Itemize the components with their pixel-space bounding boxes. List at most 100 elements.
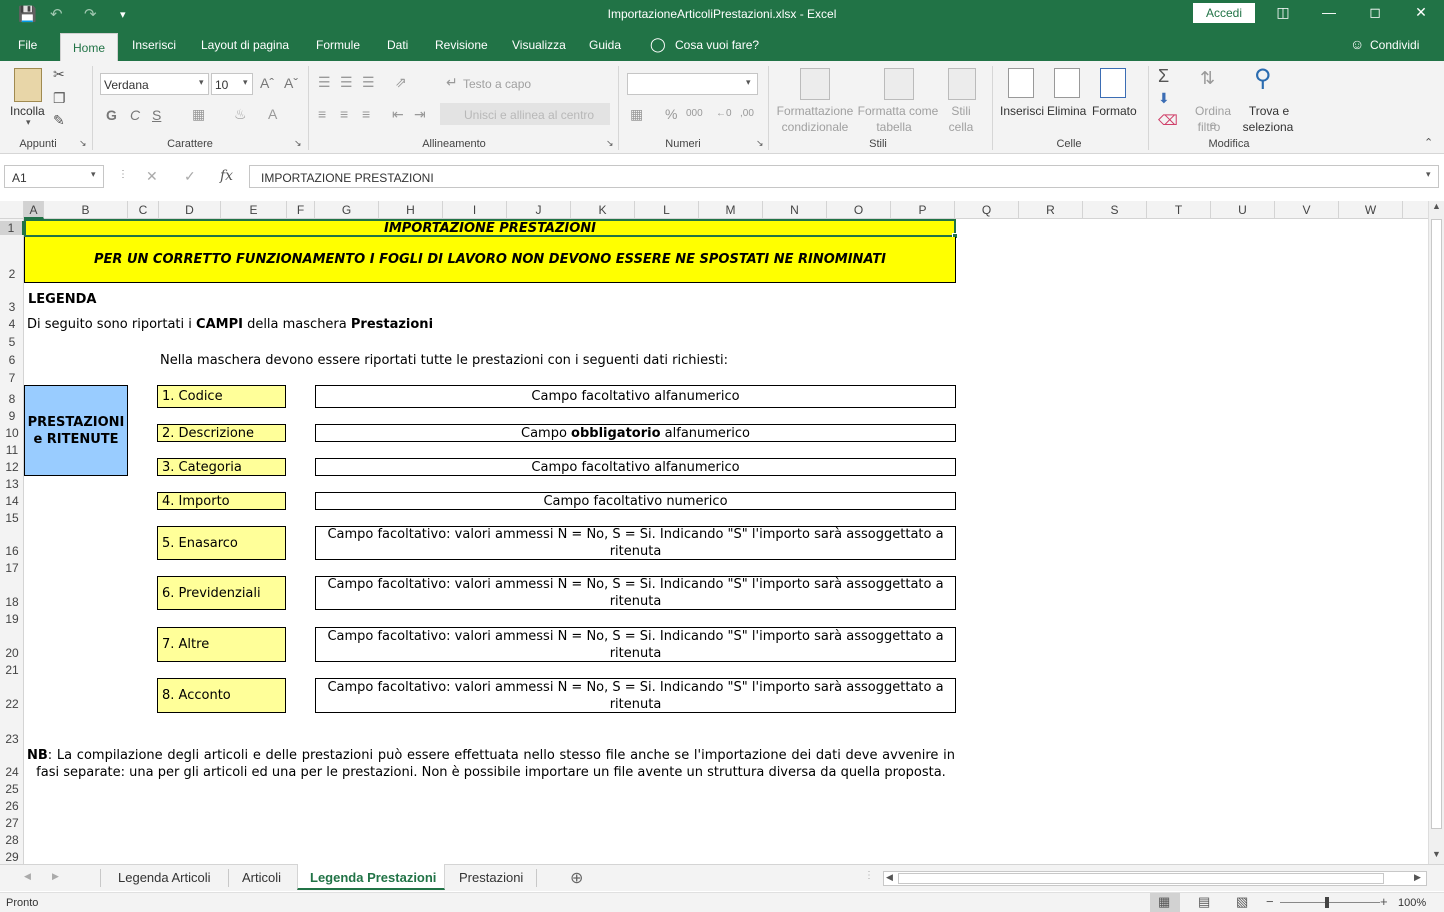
zoom-out-icon[interactable]: − — [1266, 894, 1274, 909]
bold-icon[interactable]: G — [106, 107, 117, 123]
zoom-slider-handle[interactable] — [1325, 897, 1329, 908]
font-launcher-icon[interactable]: ↘ — [294, 138, 302, 149]
scroll-thumb[interactable] — [1431, 219, 1442, 829]
column-header[interactable]: K — [571, 201, 635, 219]
row-header[interactable]: 26 — [0, 799, 24, 813]
zoom-in-icon[interactable]: + — [1380, 894, 1388, 909]
row-header[interactable]: 7 — [0, 371, 24, 385]
column-header[interactable]: O — [827, 201, 891, 219]
row-header[interactable]: 11 — [0, 443, 24, 457]
row-header[interactable]: 2 — [0, 267, 24, 281]
find-select-button[interactable]: Trova e — [1244, 104, 1294, 118]
row-header[interactable]: 22 — [0, 697, 24, 711]
italic-icon[interactable]: C — [130, 107, 140, 123]
increase-decimal-icon[interactable]: ←0 — [716, 108, 732, 119]
row-header[interactable]: 23 — [0, 732, 24, 746]
column-header[interactable]: V — [1275, 201, 1339, 219]
decrease-font-icon[interactable]: Aˇ — [284, 75, 298, 91]
align-top-icon[interactable]: ☰ — [318, 74, 331, 91]
column-header[interactable]: D — [159, 201, 221, 219]
row-header[interactable]: 6 — [0, 353, 24, 367]
collapse-ribbon-icon[interactable]: ⌃ — [1424, 136, 1433, 149]
font-size-select[interactable]: 10 ▾ — [211, 73, 253, 95]
enter-icon[interactable]: ✓ — [184, 168, 196, 185]
close-icon[interactable]: ✕ — [1398, 4, 1444, 21]
format-painter-icon[interactable]: ✎ — [53, 112, 65, 129]
alignment-launcher-icon[interactable]: ↘ — [606, 138, 614, 149]
row-header[interactable]: 14 — [0, 494, 24, 508]
column-header[interactable]: J — [507, 201, 571, 219]
column-header[interactable]: B — [44, 201, 128, 219]
field-desc-cell[interactable]: Campo facoltativo numerico — [315, 492, 956, 510]
cut-icon[interactable]: ✂ — [53, 66, 65, 83]
row-header[interactable]: 25 — [0, 782, 24, 796]
row-header[interactable]: 15 — [0, 511, 24, 525]
fill-color-icon[interactable]: ♨ — [234, 106, 247, 123]
column-header[interactable]: G — [315, 201, 379, 219]
scroll-up-icon[interactable]: ▲ — [1432, 201, 1441, 211]
column-header[interactable]: R — [1019, 201, 1083, 219]
field-desc-cell[interactable]: Campo facoltativo: valori ammessi N = No… — [315, 576, 956, 610]
insert-function-icon[interactable]: fx — [220, 168, 233, 184]
sort-filter-icon[interactable]: ⇅ — [1200, 68, 1215, 89]
paste-button[interactable]: Incolla — [10, 104, 45, 118]
fill-icon[interactable]: ⬇ — [1158, 90, 1170, 107]
row-header[interactable]: 21 — [0, 663, 24, 677]
number-format-select[interactable]: ▾ — [627, 73, 758, 95]
paste-icon[interactable] — [14, 68, 42, 102]
scroll-right-icon[interactable]: ▶ — [1414, 872, 1421, 883]
paste-dropdown-icon[interactable]: ▾ — [26, 117, 31, 128]
decrease-decimal-icon[interactable]: ,00 — [740, 108, 754, 119]
tab-home[interactable]: Home — [60, 33, 118, 61]
row-header[interactable]: 10 — [0, 426, 24, 440]
number-launcher-icon[interactable]: ↘ — [756, 138, 764, 149]
column-header[interactable]: S — [1083, 201, 1147, 219]
row-header[interactable]: 13 — [0, 477, 24, 491]
field-label-cell[interactable]: 6. Previdenziali — [157, 576, 286, 610]
column-header[interactable]: P — [891, 201, 955, 219]
orientation-icon[interactable]: ⇗ — [395, 74, 407, 91]
sheet-tab-legenda-articoli[interactable]: Legenda Articoli — [118, 870, 211, 885]
sheet-tab-legenda-prestazioni[interactable]: Legenda Prestazioni — [297, 864, 445, 890]
column-header[interactable]: M — [699, 201, 763, 219]
name-box[interactable]: A1 ▾ — [4, 165, 104, 188]
wrap-text-icon[interactable]: ↵ — [446, 74, 458, 91]
header-title-cell[interactable]: IMPORTAZIONE PRESTAZIONI — [24, 219, 956, 237]
field-desc-cell[interactable]: Campo facoltativo alfanumerico — [315, 458, 956, 476]
decrease-indent-icon[interactable]: ⇤ — [392, 106, 404, 123]
increase-font-icon[interactable]: Aˆ — [260, 75, 274, 91]
font-color-icon[interactable]: A — [268, 106, 277, 122]
field-desc-cell[interactable]: Campo facoltativo: valori ammessi N = No… — [315, 627, 956, 662]
row-header[interactable]: 28 — [0, 833, 24, 847]
zoom-level[interactable]: 100% — [1398, 897, 1426, 909]
scroll-left-icon[interactable]: ◀ — [886, 872, 893, 883]
formula-input[interactable]: IMPORTAZIONE PRESTAZIONI ▾ — [249, 165, 1439, 188]
tab-file[interactable]: File — [18, 38, 37, 52]
select-all-corner[interactable] — [0, 201, 24, 219]
field-desc-cell[interactable]: Campo facoltativo: valori ammessi N = No… — [315, 526, 956, 560]
scroll-down-icon[interactable]: ▼ — [1432, 849, 1441, 859]
underline-icon[interactable]: S — [152, 107, 161, 123]
row-header[interactable]: 27 — [0, 816, 24, 830]
row-header[interactable]: 4 — [0, 317, 24, 331]
row-header[interactable]: 3 — [0, 300, 24, 314]
tab-page-layout[interactable]: Layout di pagina — [201, 38, 289, 52]
share-button[interactable]: Condividi — [1370, 38, 1419, 52]
comma-style-icon[interactable]: 000 — [686, 108, 703, 119]
field-label-cell[interactable]: 5. Enasarco — [157, 526, 286, 560]
tell-me-search[interactable]: Cosa vuoi fare? — [675, 38, 759, 52]
cell-styles-button[interactable]: Stili — [944, 104, 978, 118]
minimize-icon[interactable]: — — [1306, 4, 1352, 20]
tab-formulas[interactable]: Formule — [316, 38, 360, 52]
row-header[interactable]: 19 — [0, 612, 24, 626]
field-desc-cell[interactable]: Campo facoltativo: valori ammessi N = No… — [315, 678, 956, 713]
currency-icon[interactable]: ▦ — [630, 106, 643, 123]
row-header[interactable]: 1 — [0, 221, 24, 235]
field-desc-cell[interactable]: Campo obbligatorio alfanumerico — [315, 424, 956, 442]
row-header[interactable]: 8 — [0, 392, 24, 406]
autosum-icon[interactable]: Σ — [1158, 66, 1169, 87]
normal-view-button[interactable]: ▦ — [1150, 893, 1180, 912]
add-sheet-icon[interactable]: ⊕ — [570, 868, 583, 888]
clipboard-launcher-icon[interactable]: ↘ — [79, 138, 87, 149]
align-center-icon[interactable]: ≡ — [340, 106, 348, 122]
